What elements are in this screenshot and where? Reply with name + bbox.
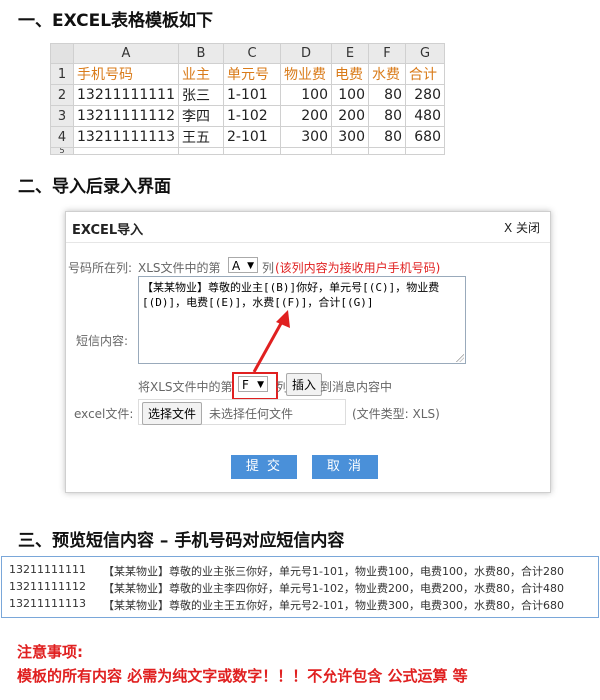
header-cell[interactable]: 合计	[404, 63, 445, 85]
cell-unit[interactable]: 1-101	[222, 84, 281, 106]
close-button[interactable]: X 关闭	[504, 219, 540, 236]
phone-column-prefix: XLS文件中的第	[138, 261, 221, 275]
preview-phone: 13211111112	[9, 580, 86, 593]
preview-row: 13211111112 【某某物业】尊敬的业主李四你好，单元号1-102，物业费…	[9, 580, 594, 596]
sheet-corner[interactable]	[50, 43, 74, 64]
cell[interactable]	[330, 147, 369, 155]
sms-content-text: 【某某物业】尊敬的业主[(B)]你好，单元号[(C)]，物业费[(D)]，电费[…	[142, 281, 440, 309]
notes-text: 模板的所有内容 必需为纯文字或数字！！！不允许包含 公式运算 等	[17, 667, 468, 685]
preview-message: 【某某物业】尊敬的业主王五你好，单元号2-101，物业费300，电费300，水费…	[103, 599, 564, 612]
section-title-import-ui: 二、导入后录入界面	[18, 177, 171, 197]
choose-file-button[interactable]: 选择文件	[142, 402, 203, 425]
cell-owner[interactable]: 王五	[177, 126, 224, 148]
row-number[interactable]: 1	[50, 63, 74, 85]
insert-prefix: 将XLS文件中的第	[138, 380, 233, 394]
insert-column-value: F	[242, 378, 249, 392]
preview-row: 13211111111 【某某物业】尊敬的业主张三你好，单元号1-101，物业费…	[9, 563, 594, 579]
dialog-divider	[66, 242, 550, 243]
phone-column-note: (该列内容为接收用户手机号码)	[275, 261, 441, 275]
preview-message: 【某某物业】尊敬的业主张三你好，单元号1-101，物业费100，电费100，水费…	[103, 565, 564, 578]
cell[interactable]	[367, 147, 406, 155]
cell-owner[interactable]: 李四	[177, 105, 224, 127]
cell[interactable]	[73, 147, 179, 155]
cell-water-fee[interactable]: 80	[367, 84, 406, 106]
file-input[interactable]: 选择文件 未选择任何文件	[138, 399, 346, 425]
sms-preview-box: 13211111111 【某某物业】尊敬的业主张三你好，单元号1-101，物业费…	[1, 556, 599, 618]
column-header[interactable]: G	[404, 43, 445, 64]
column-header[interactable]: E	[330, 43, 369, 64]
file-status: 未选择任何文件	[209, 407, 294, 421]
arrow-pointer-icon	[252, 310, 290, 373]
cell-total[interactable]: 480	[404, 105, 445, 127]
header-cell[interactable]: 单元号	[222, 63, 281, 85]
cell[interactable]	[177, 147, 224, 155]
row-number[interactable]: 4	[50, 126, 74, 148]
cell[interactable]	[222, 147, 281, 155]
column-header[interactable]: C	[222, 43, 281, 64]
notes-title: 注意事项:	[17, 643, 83, 661]
cell[interactable]	[279, 147, 332, 155]
cell-unit[interactable]: 2-101	[222, 126, 281, 148]
column-header[interactable]: F	[367, 43, 406, 64]
cell-property-fee[interactable]: 100	[279, 84, 332, 106]
header-cell[interactable]: 手机号码	[73, 63, 179, 85]
preview-phone: 13211111113	[9, 597, 86, 610]
insert-button[interactable]: 插入	[286, 373, 323, 396]
chevron-down-icon: ▼	[257, 380, 264, 390]
insert-suffix: 到消息内容中	[320, 380, 393, 394]
cell-phone[interactable]: 13211111113	[73, 126, 179, 148]
column-header[interactable]: D	[279, 43, 332, 64]
cell-electric-fee[interactable]: 100	[330, 84, 369, 106]
column-header[interactable]: B	[177, 43, 224, 64]
preview-row: 13211111113 【某某物业】尊敬的业主王五你好，单元号2-101，物业费…	[9, 597, 594, 613]
cell-phone[interactable]: 13211111112	[73, 105, 179, 127]
excel-sheet: A B C D E F G 1 手机号码 业主 单元号 物业费 电费 水费 合计…	[50, 43, 445, 155]
sms-content-textarea[interactable]: 【某某物业】尊敬的业主[(B)]你好，单元号[(C)]，物业费[(D)]，电费[…	[138, 276, 466, 364]
phone-column-value: A	[232, 259, 241, 273]
cell-unit[interactable]: 1-102	[222, 105, 281, 127]
cell-property-fee[interactable]: 300	[279, 126, 332, 148]
chevron-down-icon: ▼	[247, 261, 254, 271]
cell-water-fee[interactable]: 80	[367, 105, 406, 127]
cell-electric-fee[interactable]: 200	[330, 105, 369, 127]
cell-owner[interactable]: 张三	[177, 84, 224, 106]
dialog-title: EXCEL导入	[72, 223, 144, 238]
insert-column-select[interactable]: F ▼	[238, 376, 268, 392]
row-number[interactable]: 5	[50, 147, 74, 155]
sms-content-label: 短信内容:	[76, 334, 129, 348]
excel-import-dialog: EXCEL导入 X 关闭 号码所在列: XLS文件中的第 A ▼ 列 (该列内容…	[65, 211, 551, 493]
phone-column-select[interactable]: A ▼	[228, 257, 258, 273]
cell-electric-fee[interactable]: 300	[330, 126, 369, 148]
preview-message: 【某某物业】尊敬的业主李四你好，单元号1-102，物业费200，电费200，水费…	[103, 582, 564, 595]
row-number[interactable]: 2	[50, 84, 74, 106]
row-number[interactable]: 3	[50, 105, 74, 127]
cell[interactable]	[404, 147, 445, 155]
cell-phone[interactable]: 13211111111	[73, 84, 179, 106]
submit-button[interactable]: 提 交	[231, 455, 297, 479]
file-type-note: (文件类型: XLS)	[352, 407, 440, 421]
header-cell[interactable]: 电费	[330, 63, 369, 85]
phone-column-label: 号码所在列:	[68, 261, 133, 275]
cell-total[interactable]: 280	[404, 84, 445, 106]
column-header[interactable]: A	[73, 43, 179, 64]
cell-property-fee[interactable]: 200	[279, 105, 332, 127]
section-title-preview: 三、预览短信内容 – 手机号码对应短信内容	[18, 531, 345, 551]
phone-column-suffix: 列	[262, 261, 275, 275]
section-title-excel-template: 一、EXCEL表格模板如下	[18, 11, 214, 31]
header-cell[interactable]: 物业费	[279, 63, 332, 85]
cell-total[interactable]: 680	[404, 126, 445, 148]
cancel-button[interactable]: 取 消	[312, 455, 378, 479]
resize-grip-icon[interactable]	[456, 354, 464, 362]
header-cell[interactable]: 业主	[177, 63, 224, 85]
header-cell[interactable]: 水费	[367, 63, 406, 85]
cell-water-fee[interactable]: 80	[367, 126, 406, 148]
preview-phone: 13211111111	[9, 563, 86, 576]
excel-file-label: excel文件:	[74, 407, 134, 421]
